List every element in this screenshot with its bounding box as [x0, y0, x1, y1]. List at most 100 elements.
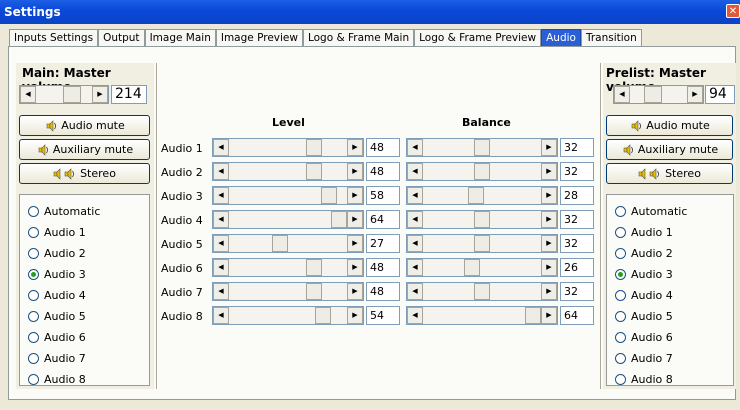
scroll-right-icon[interactable]: ▶: [347, 307, 363, 324]
scroll-right-icon[interactable]: ▶: [347, 139, 363, 156]
scroll-left-icon[interactable]: ◀: [213, 259, 229, 276]
balance-slider[interactable]: ◀ ▶: [406, 210, 558, 229]
scroll-right-icon[interactable]: ▶: [347, 235, 363, 252]
level-value[interactable]: 48: [366, 258, 400, 277]
scroll-right-icon[interactable]: ▶: [347, 259, 363, 276]
scroll-right-icon[interactable]: ▶: [92, 86, 108, 103]
tab-logo-frame-preview[interactable]: Logo & Frame Preview: [414, 29, 542, 46]
tab-inputs-settings[interactable]: Inputs Settings: [9, 29, 99, 46]
balance-value[interactable]: 32: [560, 282, 594, 301]
tab-transition[interactable]: Transition: [580, 29, 642, 46]
scroll-right-icon[interactable]: ▶: [541, 283, 557, 300]
level-value[interactable]: 48: [366, 138, 400, 157]
tab-logo-frame-main[interactable]: Logo & Frame Main: [302, 29, 415, 46]
slider-thumb[interactable]: [306, 283, 322, 300]
scroll-left-icon[interactable]: ◀: [407, 259, 423, 276]
scroll-right-icon[interactable]: ▶: [541, 211, 557, 228]
balance-slider[interactable]: ◀ ▶: [406, 282, 558, 301]
scroll-left-icon[interactable]: ◀: [407, 235, 423, 252]
close-button[interactable]: ✕: [726, 4, 740, 18]
scroll-right-icon[interactable]: ▶: [687, 86, 703, 103]
radio-audio-8[interactable]: Audio 8: [615, 371, 673, 387]
main-master-volume-scrollbar[interactable]: ◀ ▶: [19, 85, 109, 104]
slider-thumb[interactable]: [474, 283, 490, 300]
radio-audio-6[interactable]: Audio 6: [615, 329, 673, 345]
level-slider[interactable]: ◀ ▶: [212, 162, 364, 181]
scroll-right-icon[interactable]: ▶: [541, 187, 557, 204]
radio-button-icon[interactable]: [28, 331, 39, 343]
radio-button-icon[interactable]: [28, 373, 39, 385]
scroll-left-icon[interactable]: ◀: [213, 307, 229, 324]
slider-thumb[interactable]: [468, 187, 484, 204]
scroll-left-icon[interactable]: ◀: [407, 307, 423, 324]
slider-thumb[interactable]: [272, 235, 288, 252]
scroll-thumb[interactable]: [644, 86, 662, 103]
slider-thumb[interactable]: [474, 139, 490, 156]
scroll-left-icon[interactable]: ◀: [213, 235, 229, 252]
scroll-right-icon[interactable]: ▶: [541, 307, 557, 324]
radio-audio-8[interactable]: Audio 8: [28, 371, 86, 387]
level-slider[interactable]: ◀ ▶: [212, 258, 364, 277]
scroll-right-icon[interactable]: ▶: [347, 211, 363, 228]
slider-thumb[interactable]: [306, 139, 322, 156]
prelist-master-volume-value[interactable]: 94: [705, 85, 735, 104]
scroll-thumb[interactable]: [63, 86, 81, 103]
slider-thumb[interactable]: [315, 307, 331, 324]
radio-audio-7[interactable]: Audio 7: [28, 350, 86, 366]
slider-thumb[interactable]: [331, 211, 347, 228]
tab-output[interactable]: Output: [98, 29, 145, 46]
main-audio-mute-button[interactable]: Audio mute: [19, 115, 150, 136]
level-value[interactable]: 48: [366, 162, 400, 181]
balance-slider[interactable]: ◀ ▶: [406, 138, 558, 157]
slider-thumb[interactable]: [321, 187, 337, 204]
scroll-left-icon[interactable]: ◀: [213, 163, 229, 180]
balance-value[interactable]: 64: [560, 306, 594, 325]
slider-thumb[interactable]: [474, 211, 490, 228]
prelist-audio-mute-button[interactable]: Audio mute: [606, 115, 733, 136]
scroll-right-icon[interactable]: ▶: [541, 139, 557, 156]
balance-slider[interactable]: ◀ ▶: [406, 162, 558, 181]
slider-thumb[interactable]: [464, 259, 480, 276]
scroll-right-icon[interactable]: ▶: [347, 283, 363, 300]
radio-audio-6[interactable]: Audio 6: [28, 329, 86, 345]
slider-thumb[interactable]: [474, 235, 490, 252]
scroll-left-icon[interactable]: ◀: [407, 139, 423, 156]
level-slider[interactable]: ◀ ▶: [212, 210, 364, 229]
scroll-left-icon[interactable]: ◀: [407, 211, 423, 228]
scroll-left-icon[interactable]: ◀: [407, 163, 423, 180]
slider-thumb[interactable]: [306, 163, 322, 180]
level-value[interactable]: 64: [366, 210, 400, 229]
scroll-right-icon[interactable]: ▶: [541, 163, 557, 180]
balance-value[interactable]: 26: [560, 258, 594, 277]
balance-slider[interactable]: ◀ ▶: [406, 258, 558, 277]
balance-value[interactable]: 32: [560, 234, 594, 253]
scroll-left-icon[interactable]: ◀: [407, 187, 423, 204]
prelist-master-volume-scrollbar[interactable]: ◀ ▶: [613, 85, 704, 104]
radio-button-icon[interactable]: [28, 352, 39, 364]
scroll-right-icon[interactable]: ▶: [541, 235, 557, 252]
balance-slider[interactable]: ◀ ▶: [406, 234, 558, 253]
level-slider[interactable]: ◀ ▶: [212, 138, 364, 157]
level-value[interactable]: 58: [366, 186, 400, 205]
slider-thumb[interactable]: [306, 259, 322, 276]
balance-slider[interactable]: ◀ ▶: [406, 186, 558, 205]
slider-thumb[interactable]: [525, 307, 541, 324]
radio-audio-7[interactable]: Audio 7: [615, 350, 673, 366]
level-slider[interactable]: ◀ ▶: [212, 234, 364, 253]
slider-thumb[interactable]: [474, 163, 490, 180]
scroll-left-icon[interactable]: ◀: [20, 86, 36, 103]
scroll-right-icon[interactable]: ▶: [347, 163, 363, 180]
level-value[interactable]: 48: [366, 282, 400, 301]
radio-button-icon[interactable]: [615, 373, 626, 385]
scroll-left-icon[interactable]: ◀: [407, 283, 423, 300]
scroll-left-icon[interactable]: ◀: [213, 139, 229, 156]
tab-image-main[interactable]: Image Main: [144, 29, 216, 46]
level-slider[interactable]: ◀ ▶: [212, 306, 364, 325]
level-value[interactable]: 27: [366, 234, 400, 253]
balance-value[interactable]: 32: [560, 138, 594, 157]
scroll-right-icon[interactable]: ▶: [541, 259, 557, 276]
balance-value[interactable]: 28: [560, 186, 594, 205]
radio-button-icon[interactable]: [615, 331, 626, 343]
tab-audio[interactable]: Audio: [541, 29, 581, 46]
balance-value[interactable]: 32: [560, 210, 594, 229]
